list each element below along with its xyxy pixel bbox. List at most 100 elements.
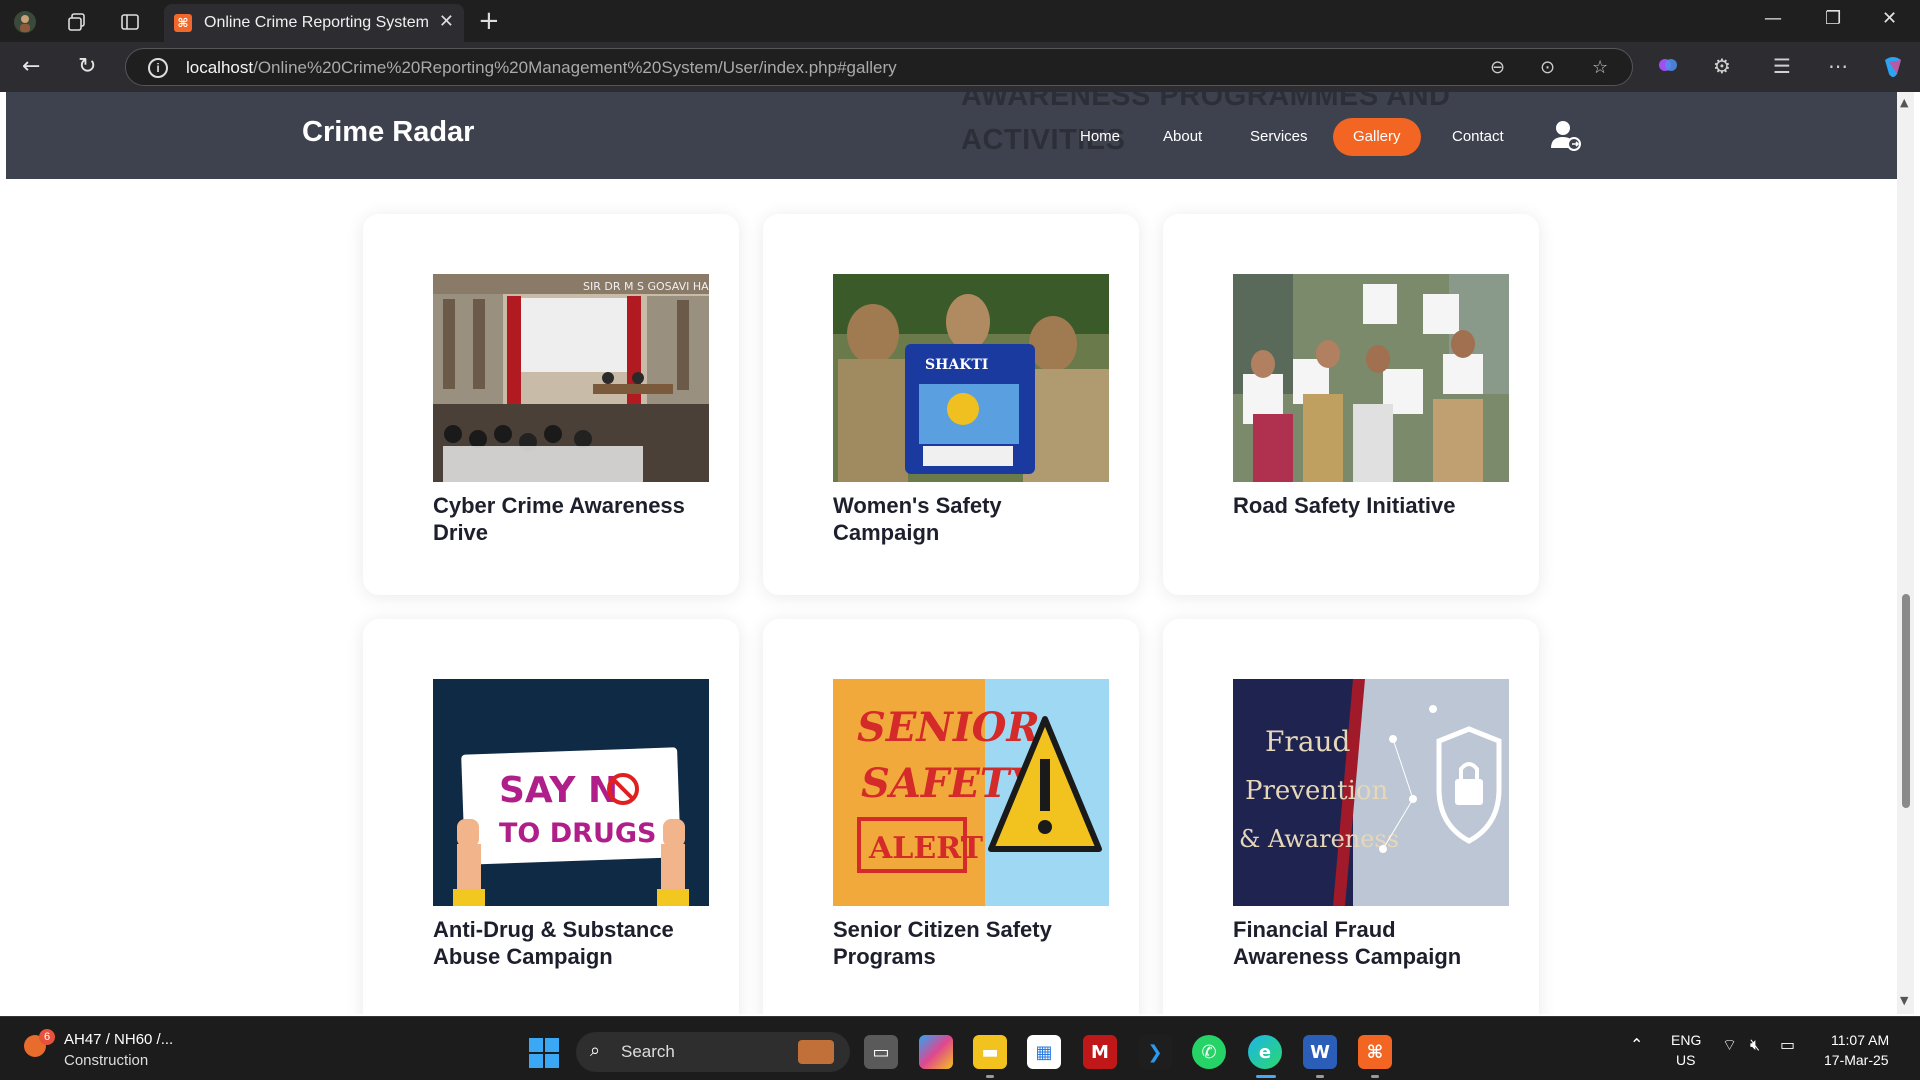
page-viewport: AWARENESS PROGRAMMES AND ACTIVITIES Crim…: [6, 92, 1897, 1014]
volume-muted-icon[interactable]: 🔇︎: [1750, 1035, 1760, 1055]
gallery-card[interactable]: Road Safety Initiative: [1163, 214, 1539, 595]
section-heading-line1: AWARENESS PROGRAMMES AND: [961, 92, 1451, 112]
favorites-list-icon[interactable]: ☰: [1773, 54, 1791, 78]
main-nav-gallery: Gallery: [1333, 118, 1421, 156]
senior-safety-alert-poster: SENIOR SAFETY ALERT: [833, 679, 1109, 906]
edge-browser-icon[interactable]: e: [1248, 1035, 1282, 1069]
clock-date[interactable]: 17-Mar-25: [1824, 1052, 1889, 1068]
battery-charging-icon[interactable]: ▭: [1780, 1035, 1795, 1054]
xampp-favicon-icon: ⌘: [174, 14, 192, 32]
favorite-star-icon[interactable]: ☆: [1592, 57, 1608, 78]
profile-avatar-icon[interactable]: [12, 9, 38, 35]
scroll-down-arrow-icon[interactable]: ▼: [1900, 994, 1908, 1007]
language-indicator[interactable]: ENG: [1671, 1032, 1701, 1048]
taskbar-search-placeholder: Search: [621, 1042, 675, 1061]
copilot-icon[interactable]: [1880, 54, 1906, 85]
new-tab-icon[interactable]: +: [478, 6, 500, 36]
windows-taskbar: 6 AH47 / NH60 /... Construction ⌕ Search…: [0, 1016, 1920, 1080]
minimize-icon[interactable]: —: [1764, 8, 1782, 29]
nav-home[interactable]: Home: [1070, 118, 1130, 156]
gallery-card[interactable]: Fraud Prevention & Awareness Financial F…: [1163, 619, 1539, 1014]
whatsapp-icon[interactable]: ✆: [1192, 1035, 1226, 1069]
workspaces-icon[interactable]: [64, 9, 90, 35]
wifi-icon[interactable]: ⌔: [1722, 1035, 1737, 1055]
read-aloud-icon[interactable]: ⊙: [1540, 57, 1555, 78]
poster-line-2: Prevention: [1245, 776, 1389, 806]
taskbar-search-box[interactable]: ⌕ Search: [576, 1032, 850, 1072]
road-safety-rally-photo: [1233, 274, 1509, 482]
extensions-puzzle-icon[interactable]: ⚙: [1713, 54, 1731, 78]
keyboard-layout-indicator[interactable]: US: [1676, 1052, 1695, 1068]
gallery-card[interactable]: SHAKTI Women's Safety Campaign: [763, 214, 1139, 595]
police-women-shakti-team-photo: SHAKTI: [833, 274, 1109, 482]
url-text[interactable]: localhost/Online%20Crime%20Reporting%20M…: [186, 58, 897, 78]
main-nav-contact: Contact: [1442, 118, 1514, 156]
copilot-extension-icon[interactable]: [1657, 54, 1679, 81]
word-icon[interactable]: W: [1303, 1035, 1337, 1069]
card-title: Anti-Drug & Substance Abuse Campaign: [433, 917, 674, 969]
gallery-card[interactable]: SAY N TO DRUGS Anti-Drug & Substance Abu…: [363, 619, 739, 1014]
gallery-card[interactable]: SIR DR M S GOSAVI HALL Cyber Crime Aware…: [363, 214, 739, 595]
vscode-icon[interactable]: ❯: [1138, 1035, 1172, 1069]
scroll-up-arrow-icon[interactable]: ▲: [1900, 96, 1908, 109]
back-arrow-icon[interactable]: ←: [22, 54, 40, 79]
poster-line-3: ALERT: [868, 831, 984, 866]
file-explorer-running-indicator: [986, 1075, 994, 1078]
main-nav-about: About: [1153, 118, 1212, 156]
site-info-icon[interactable]: i: [148, 58, 168, 78]
zoom-out-icon[interactable]: ⊖: [1490, 57, 1505, 78]
address-bar[interactable]: i localhost/Online%20Crime%20Reporting%2…: [125, 48, 1633, 86]
microsoft-store-icon[interactable]: ▦: [1027, 1035, 1061, 1069]
close-window-icon[interactable]: ✕: [1882, 8, 1897, 29]
copilot-app-icon[interactable]: [919, 1035, 953, 1069]
seminar-hall-photo: SIR DR M S GOSAVI HALL: [433, 274, 709, 482]
more-options-icon[interactable]: ⋯: [1828, 54, 1848, 78]
show-hidden-icons-chevron-icon[interactable]: ⌃: [1630, 1035, 1643, 1054]
url-path: /Online%20Crime%20Reporting%20Management…: [253, 58, 897, 77]
edge-running-indicator: [1256, 1075, 1276, 1078]
gallery-card[interactable]: SENIOR SAFETY ALERT Senior Citizen Safet…: [763, 619, 1139, 1014]
xampp-icon[interactable]: ⌘: [1358, 1035, 1392, 1069]
nav-services[interactable]: Services: [1240, 118, 1318, 156]
file-explorer-icon[interactable]: ▬: [973, 1035, 1007, 1069]
card-title: Financial Fraud Awareness Campaign: [1233, 917, 1462, 969]
search-icon: ⌕: [590, 1040, 601, 1061]
page-scrollbar[interactable]: ▲ ▼: [1897, 92, 1914, 1014]
site-header: AWARENESS PROGRAMMES AND ACTIVITIES Crim…: [6, 92, 1897, 179]
mcafee-icon[interactable]: M: [1083, 1035, 1117, 1069]
restore-icon[interactable]: ❐: [1825, 8, 1841, 29]
reload-icon[interactable]: ↻: [78, 54, 96, 79]
card-title: Cyber Crime Awareness Drive: [433, 493, 685, 545]
clock-time[interactable]: 11:07 AM: [1831, 1032, 1889, 1048]
card-title: Senior Citizen Safety Programs: [833, 917, 1052, 969]
svg-text:SHAKTI: SHAKTI: [925, 357, 988, 373]
site-brand[interactable]: Crime Radar: [302, 116, 474, 149]
widget-line-2[interactable]: Construction: [64, 1052, 148, 1069]
windows-start-icon[interactable]: [529, 1038, 559, 1068]
poster-line-1: SENIOR: [857, 704, 1040, 751]
nav-about[interactable]: About: [1153, 118, 1212, 156]
poster-line-2: TO DRUGS: [499, 818, 657, 849]
say-no-to-drugs-poster: SAY N TO DRUGS: [433, 679, 709, 906]
tab-title: Online Crime Reporting System: [204, 14, 429, 31]
main-nav: Home: [1070, 118, 1130, 156]
task-view-icon[interactable]: ▭: [864, 1035, 898, 1069]
poster-line-1: SAY N: [499, 770, 618, 811]
scrollbar-thumb[interactable]: [1902, 594, 1910, 808]
svg-text:SIR DR M S GOSAVI HALL: SIR DR M S GOSAVI HALL: [583, 280, 709, 293]
widget-line-1[interactable]: AH47 / NH60 /...: [64, 1031, 173, 1048]
main-nav-services: Services: [1240, 118, 1318, 156]
tab-online-crime-reporting[interactable]: ⌘ Online Crime Reporting System ✕: [164, 4, 464, 42]
fraud-prevention-poster: Fraud Prevention & Awareness: [1233, 679, 1509, 906]
url-host: localhost: [186, 58, 254, 77]
vertical-tabs-icon[interactable]: [117, 9, 143, 35]
tab-close-icon[interactable]: ✕: [439, 11, 454, 32]
browser-tab-bar: ⌘ Online Crime Reporting System ✕ + — ❐ …: [0, 0, 1920, 42]
user-logout-icon[interactable]: [1549, 118, 1583, 152]
nav-contact[interactable]: Contact: [1442, 118, 1514, 156]
card-title: Women's Safety Campaign: [833, 493, 1002, 545]
nav-gallery[interactable]: Gallery: [1333, 118, 1421, 156]
search-highlight-icon: [798, 1040, 834, 1064]
browser-toolbar: ← ↻ i localhost/Online%20Crime%20Reporti…: [0, 42, 1920, 92]
xampp-running-indicator: [1371, 1075, 1379, 1078]
